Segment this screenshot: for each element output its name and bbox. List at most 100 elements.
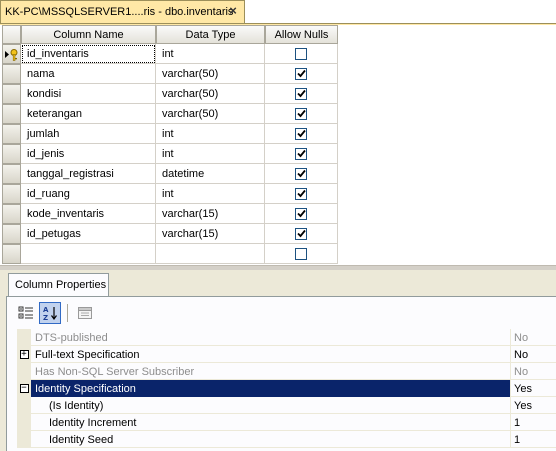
column-name-cell[interactable]: nama (21, 64, 156, 84)
row-selector[interactable] (2, 164, 21, 184)
allow-nulls-cell (265, 64, 338, 84)
row-selector[interactable] (2, 184, 21, 204)
property-pages-button[interactable] (74, 302, 96, 324)
allow-nulls-cell (265, 44, 338, 64)
property-name: (Is Identity) (31, 397, 511, 414)
column-name-cell[interactable]: id_inventaris (21, 44, 156, 64)
data-type-cell[interactable]: varchar(15) (156, 224, 265, 244)
allow-nulls-checkbox[interactable] (295, 227, 307, 240)
document-tab[interactable]: KK-PC\MSSQLSERVER1....ris - dbo.inventar… (0, 0, 245, 23)
allow-nulls-checkbox[interactable] (295, 167, 307, 180)
property-value[interactable]: Yes (511, 380, 556, 397)
allow-nulls-checkbox[interactable] (295, 147, 307, 160)
data-type-cell[interactable]: varchar(15) (156, 204, 265, 224)
table-designer-grid: Column Name Data Type Allow Nulls id_inv… (0, 25, 556, 265)
allow-nulls-checkbox[interactable] (295, 107, 307, 120)
column-name-cell[interactable]: kondisi (21, 84, 156, 104)
allow-nulls-checkbox[interactable] (295, 47, 307, 60)
tab-column-properties[interactable]: Column Properties (8, 273, 109, 296)
data-type-cell[interactable]: varchar(50) (156, 64, 265, 84)
allow-nulls-cell (265, 184, 338, 204)
column-name-header[interactable]: Column Name (21, 25, 156, 44)
expand-icon[interactable]: + (19, 350, 29, 359)
allow-nulls-cell (265, 84, 338, 104)
checkmark-icon (296, 149, 306, 158)
property-gutter (17, 431, 31, 448)
column-name-cell[interactable]: keterangan (21, 104, 156, 124)
allow-nulls-checkbox[interactable] (295, 127, 307, 140)
data-type-cell[interactable]: varchar(50) (156, 84, 265, 104)
allow-nulls-checkbox[interactable] (295, 87, 307, 100)
property-value[interactable]: No (511, 329, 556, 346)
property-name: Identity Seed (31, 431, 511, 448)
property-gutter (17, 363, 31, 380)
column-name-cell[interactable]: jumlah (21, 124, 156, 144)
allow-nulls-cell (265, 204, 338, 224)
column-name-cell[interactable]: id_jenis (21, 144, 156, 164)
data-type-cell[interactable]: int (156, 44, 265, 64)
data-type-cell[interactable] (156, 244, 265, 264)
checkmark-icon (296, 89, 306, 98)
allow-nulls-checkbox[interactable] (295, 187, 307, 200)
property-row[interactable]: DTS-published No (17, 329, 556, 346)
toolbar-separator (67, 304, 68, 322)
alphabetical-sort-icon: A Z (43, 306, 57, 321)
property-value[interactable]: No (511, 346, 556, 363)
property-row[interactable]: − Identity Specification Yes (17, 380, 556, 397)
properties-toolbar: A Z (15, 302, 96, 324)
allow-nulls-cell (265, 144, 338, 164)
property-name: DTS-published (31, 329, 511, 346)
allow-nulls-checkbox[interactable] (295, 247, 307, 260)
allow-nulls-cell (265, 244, 338, 264)
row-selector[interactable] (2, 224, 21, 244)
property-value[interactable]: 1 (511, 414, 556, 431)
column-name-cell[interactable] (21, 244, 156, 264)
property-name: Full-text Specification (31, 346, 511, 363)
close-icon[interactable]: × (226, 4, 240, 18)
allow-nulls-checkbox[interactable] (295, 207, 307, 220)
allow-nulls-checkbox[interactable] (295, 67, 307, 80)
property-row[interactable]: + Full-text Specification No (17, 346, 556, 363)
row-selector-header (2, 25, 21, 44)
categorized-button[interactable] (15, 302, 37, 324)
property-gutter: + (17, 346, 31, 363)
row-selector[interactable] (2, 204, 21, 224)
data-type-cell[interactable]: datetime (156, 164, 265, 184)
property-row[interactable]: (Is Identity) Yes (17, 397, 556, 414)
column-name-cell[interactable]: id_ruang (21, 184, 156, 204)
checkmark-icon (296, 169, 306, 178)
property-value[interactable]: No (511, 363, 556, 380)
property-value[interactable]: 1 (511, 431, 556, 448)
row-selector[interactable] (2, 124, 21, 144)
property-row[interactable]: Has Non-SQL Server Subscriber No (17, 363, 556, 380)
property-gutter: − (17, 380, 31, 397)
property-name: Has Non-SQL Server Subscriber (31, 363, 511, 380)
property-gutter (17, 414, 31, 431)
row-selector[interactable] (2, 144, 21, 164)
data-type-cell[interactable]: varchar(50) (156, 104, 265, 124)
allow-nulls-cell (265, 124, 338, 144)
property-row[interactable]: Identity Increment 1 (17, 414, 556, 431)
row-selector[interactable] (2, 244, 21, 264)
allow-nulls-header[interactable]: Allow Nulls (265, 25, 338, 44)
property-value[interactable]: Yes (511, 397, 556, 414)
row-selector[interactable] (2, 104, 21, 124)
data-type-cell[interactable]: int (156, 184, 265, 204)
property-row[interactable]: Identity Seed 1 (17, 431, 556, 448)
row-selector[interactable] (2, 64, 21, 84)
allow-nulls-cell (265, 104, 338, 124)
svg-text:Z: Z (43, 314, 48, 321)
data-type-cell[interactable]: int (156, 124, 265, 144)
alphabetical-button[interactable]: A Z (39, 302, 61, 324)
data-type-header[interactable]: Data Type (156, 25, 265, 44)
data-type-cell[interactable]: int (156, 144, 265, 164)
allow-nulls-cell (265, 164, 338, 184)
property-name: Identity Increment (31, 414, 511, 431)
column-name-cell[interactable]: tanggal_registrasi (21, 164, 156, 184)
row-selector[interactable] (2, 84, 21, 104)
allow-nulls-cell (265, 224, 338, 244)
column-name-cell[interactable]: id_petugas (21, 224, 156, 244)
column-name-cell[interactable]: kode_inventaris (21, 204, 156, 224)
row-selector[interactable] (2, 44, 21, 64)
collapse-icon[interactable]: − (19, 384, 29, 393)
